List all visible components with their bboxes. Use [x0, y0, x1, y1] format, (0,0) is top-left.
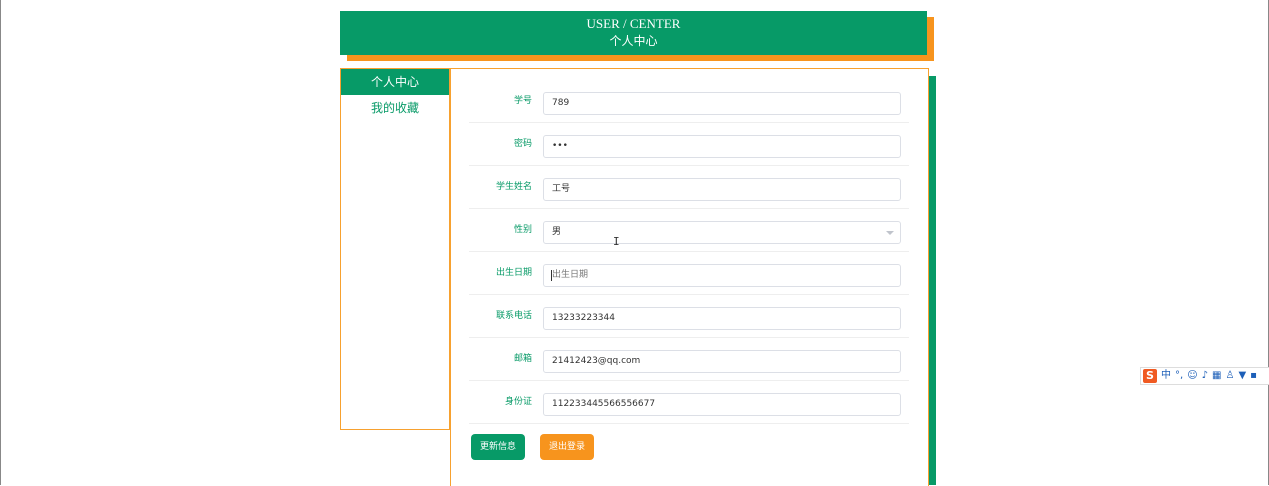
grid-icon[interactable]: ▪ [1250, 369, 1257, 383]
ime-toolbar[interactable]: S 中 °, ☺ ♪ ▦ ♙ ▼ ▪ [1140, 367, 1269, 385]
form-row-phone: 联系电话 13233223344 [469, 294, 909, 338]
form-row-email: 邮箱 21412423@qq.com [469, 337, 909, 381]
user-icon[interactable]: ♙ [1225, 369, 1234, 383]
logout-button[interactable]: 退出登录 [540, 434, 594, 460]
header-banner: USER / CENTER 个人中心 [340, 11, 927, 55]
chevron-down-icon [886, 231, 894, 235]
main-panel: 学号 789 密码 ••• 学生姓名 工号 性别 男 出生日期 出生日期 联系电… [450, 68, 929, 486]
sidebar: 个人中心 我的收藏 [340, 68, 450, 430]
ime-punctuation-toggle[interactable]: °, [1175, 369, 1183, 383]
form-row-student-name: 学生姓名 工号 [469, 165, 909, 209]
password-label: 密码 [513, 139, 532, 149]
sogou-logo-icon[interactable]: S [1143, 369, 1157, 383]
sidebar-item-my-favorites[interactable]: 我的收藏 [341, 95, 449, 121]
email-label: 邮箱 [513, 354, 532, 364]
gender-label: 性别 [513, 225, 532, 235]
student-name-label: 学生姓名 [495, 182, 532, 192]
update-info-button[interactable]: 更新信息 [471, 434, 525, 460]
ime-language-toggle[interactable]: 中 [1161, 369, 1171, 383]
shirt-icon[interactable]: ▼ [1238, 369, 1246, 383]
phone-label: 联系电话 [495, 311, 532, 321]
password-input[interactable]: ••• [543, 135, 901, 158]
form-row-student-id: 学号 789 [469, 79, 909, 123]
emoji-icon[interactable]: ☺ [1187, 369, 1197, 383]
text-cursor [551, 270, 552, 281]
header-title-en: USER / CENTER [586, 16, 681, 31]
gender-selected-value: 男 [552, 227, 562, 237]
gender-select[interactable]: 男 [543, 221, 901, 244]
mic-icon[interactable]: ♪ [1202, 369, 1208, 383]
mouse-ibeam-cursor-icon: I [613, 235, 620, 248]
student-id-input[interactable]: 789 [543, 92, 901, 115]
birth-date-placeholder: 出生日期 [552, 270, 589, 280]
sidebar-item-personal-center[interactable]: 个人中心 [341, 69, 449, 95]
phone-input[interactable]: 13233223344 [543, 307, 901, 330]
birth-date-label: 出生日期 [495, 268, 532, 278]
form-row-gender: 性别 男 [469, 208, 909, 252]
email-input[interactable]: 21412423@qq.com [543, 350, 901, 373]
student-name-input[interactable]: 工号 [543, 178, 901, 201]
birth-date-input[interactable]: 出生日期 [543, 264, 901, 287]
id-card-input[interactable]: 112233445566556677 [543, 393, 901, 416]
id-card-label: 身份证 [504, 397, 532, 407]
header-title-cn: 个人中心 [609, 34, 658, 48]
student-id-label: 学号 [513, 96, 532, 106]
keyboard-icon[interactable]: ▦ [1212, 369, 1221, 383]
form-row-id-card: 身份证 112233445566556677 [469, 380, 909, 424]
page-header: USER / CENTER 个人中心 [340, 11, 934, 61]
form-row-password: 密码 ••• [469, 122, 909, 166]
form-row-birth-date: 出生日期 出生日期 [469, 251, 909, 295]
